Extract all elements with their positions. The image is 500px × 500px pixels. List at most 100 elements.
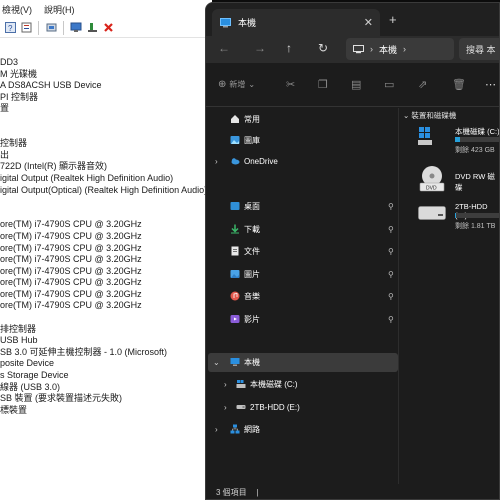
device-tree-item[interactable]: USB Hub bbox=[0, 335, 212, 347]
drive-name: 本機磁碟 (C:) bbox=[455, 127, 500, 136]
device-tree-item[interactable]: igital Output (Realtek High Definition A… bbox=[0, 173, 212, 185]
device-tree-item[interactable]: M 光碟機 bbox=[0, 69, 212, 81]
device-tree-item[interactable] bbox=[0, 312, 212, 324]
rename-icon[interactable]: ▭ bbox=[384, 78, 394, 91]
drive-c[interactable]: 本機磁碟 (C:) 剩餘 423 GB bbox=[413, 122, 500, 158]
device-tree-item[interactable]: 722D (Intel(R) 顯示器音效) bbox=[0, 161, 212, 173]
address-bar[interactable]: › 本機 › bbox=[346, 38, 454, 60]
nav-item-gallery[interactable]: 圖庫 bbox=[206, 131, 398, 149]
drive-dvd[interactable]: DVD DVD RW 磁碟 bbox=[413, 163, 499, 193]
title-bar: 本機 ✕ + bbox=[206, 3, 499, 36]
pin-icon[interactable]: ⚲ bbox=[388, 247, 394, 256]
nav-label: 下載 bbox=[244, 224, 260, 234]
more-icon[interactable]: ⋯ bbox=[485, 78, 496, 91]
enable-device-icon[interactable] bbox=[86, 22, 98, 34]
nav-item-downloads[interactable]: 下載 ⚲ bbox=[206, 220, 398, 238]
device-tree-item[interactable]: 控制器 bbox=[0, 138, 212, 150]
device-tree-item[interactable]: ore(TM) i7-4790S CPU @ 3.20GHz bbox=[0, 254, 212, 266]
nav-item-network[interactable]: › 網路 bbox=[206, 420, 398, 438]
nav-item-videos[interactable]: 影片 ⚲ bbox=[206, 310, 398, 328]
drive-e[interactable]: 2TB-HDD (E:) 剩餘 1.81 TB bbox=[413, 200, 499, 236]
menu-view[interactable]: 檢視(V) bbox=[2, 3, 32, 16]
address-chevron-icon: › bbox=[370, 44, 373, 54]
nav-item-home[interactable]: 常用 bbox=[206, 110, 398, 128]
section-title: 裝置和磁碟機 bbox=[411, 111, 457, 120]
device-tree-item[interactable]: 排控制器 bbox=[0, 324, 212, 336]
pin-icon[interactable]: ⚲ bbox=[388, 292, 394, 301]
device-tree-item[interactable]: 置 bbox=[0, 103, 212, 115]
device-tree: DD3 M 光碟機 A DS8ACSH USB Device PI 控制器置控制器出 7… bbox=[0, 57, 212, 416]
drive-usage-bar bbox=[455, 213, 499, 218]
device-tree-item[interactable]: ore(TM) i7-4790S CPU @ 3.20GHz bbox=[0, 289, 212, 301]
nav-item-this-pc[interactable]: ⌄ 本機 bbox=[206, 353, 398, 371]
device-tree-item[interactable]: 線器 (USB 3.0) bbox=[0, 382, 212, 394]
device-tree-item[interactable]: 出 bbox=[0, 150, 212, 162]
device-tree-item[interactable]: ore(TM) i7-4790S CPU @ 3.20GHz bbox=[0, 231, 212, 243]
device-tree-item[interactable]: 標裝置 bbox=[0, 405, 212, 417]
new-button[interactable]: ⊕ 新增 ⌄ bbox=[218, 79, 255, 90]
device-tree-item[interactable]: SB 3.0 可延伸主機控制器 - 1.0 (Microsoft) bbox=[0, 347, 212, 359]
pin-icon[interactable]: ⚲ bbox=[388, 202, 394, 211]
search-input[interactable]: 搜尋 本 bbox=[459, 38, 499, 60]
chevron-down-icon: ⌄ bbox=[248, 80, 256, 89]
device-tree-item[interactable] bbox=[0, 127, 212, 139]
pin-icon[interactable]: ⚲ bbox=[388, 270, 394, 279]
dvd-drive-icon: DVD bbox=[419, 166, 445, 192]
device-tree-item[interactable]: A DS8ACSH USB Device bbox=[0, 80, 212, 92]
device-tree-item[interactable]: ore(TM) i7-4790S CPU @ 3.20GHz bbox=[0, 266, 212, 278]
chevron-right-icon: › bbox=[215, 156, 218, 166]
device-tree-item[interactable]: ore(TM) i7-4790S CPU @ 3.20GHz bbox=[0, 277, 212, 289]
device-manager-window: 檢視(V) 說明(H) ? DD3 M 光碟機 A DS8ACSH USB Devi… bbox=[0, 0, 212, 500]
properties-icon[interactable] bbox=[20, 22, 32, 34]
driver-icon[interactable] bbox=[45, 22, 57, 34]
nav-item-documents[interactable]: 文件 ⚲ bbox=[206, 242, 398, 260]
device-tree-item[interactable]: posite Device bbox=[0, 358, 212, 370]
tab-this-pc[interactable]: 本機 ✕ bbox=[212, 9, 380, 36]
device-tree-item[interactable]: s Storage Device bbox=[0, 370, 212, 382]
device-tree-item[interactable]: ore(TM) i7-4790S CPU @ 3.20GHz bbox=[0, 300, 212, 312]
device-tree-item[interactable] bbox=[0, 115, 212, 127]
device-tree-item[interactable]: igital Output(Optical) (Realtek High Def… bbox=[0, 185, 212, 197]
device-tree-item[interactable] bbox=[0, 196, 212, 208]
device-tree-item[interactable]: DD3 bbox=[0, 57, 212, 69]
section-header[interactable]: ⌄ 裝置和磁碟機 bbox=[403, 110, 456, 121]
document-icon bbox=[231, 246, 239, 256]
close-tab-icon[interactable]: ✕ bbox=[364, 16, 373, 29]
uninstall-device-icon[interactable] bbox=[102, 22, 114, 34]
item-count: 3 個項目 bbox=[216, 488, 247, 497]
pin-icon[interactable]: ⚲ bbox=[388, 315, 394, 324]
device-tree-item[interactable]: SB 裝置 (要求裝置描述元失敗) bbox=[0, 393, 212, 405]
new-tab-icon[interactable]: + bbox=[389, 12, 397, 27]
scan-hardware-icon[interactable] bbox=[70, 22, 82, 34]
forward-icon[interactable]: → bbox=[254, 41, 266, 55]
cut-icon[interactable]: ✂ bbox=[286, 78, 295, 91]
download-icon bbox=[231, 224, 239, 234]
nav-item-local-disk[interactable]: › 本機磁碟 (C:) bbox=[206, 375, 398, 393]
chevron-right-icon: › bbox=[224, 402, 227, 412]
delete-icon[interactable]: 🗑 bbox=[452, 78, 466, 91]
share-icon[interactable]: ⇗ bbox=[418, 78, 427, 91]
drive-usage-fill bbox=[455, 213, 457, 218]
tab-title: 本機 bbox=[238, 18, 257, 28]
help-icon[interactable]: ? bbox=[4, 22, 16, 34]
device-tree-item[interactable]: ore(TM) i7-4790S CPU @ 3.20GHz bbox=[0, 243, 212, 255]
device-tree-item[interactable] bbox=[0, 208, 212, 220]
pin-icon[interactable]: ⚲ bbox=[388, 225, 394, 234]
nav-item-pictures[interactable]: 圖片 ⚲ bbox=[206, 265, 398, 283]
nav-item-onedrive[interactable]: › OneDrive bbox=[206, 152, 398, 170]
paste-icon[interactable]: ▤ bbox=[351, 78, 361, 91]
toolbar-separator bbox=[63, 20, 64, 35]
device-tree-item[interactable]: ore(TM) i7-4790S CPU @ 3.20GHz bbox=[0, 219, 212, 231]
nav-item-desktop[interactable]: 桌面 ⚲ bbox=[206, 197, 398, 215]
nav-item-music[interactable]: 音樂 ⚲ bbox=[206, 287, 398, 305]
device-tree-item[interactable]: PI 控制器 bbox=[0, 92, 212, 104]
nav-label: 本機磁碟 (C:) bbox=[250, 379, 298, 389]
back-icon[interactable]: ← bbox=[218, 41, 230, 55]
nav-item-hdd[interactable]: › 2TB-HDD (E:) bbox=[206, 398, 398, 416]
up-icon[interactable]: ↑ bbox=[286, 41, 292, 55]
copy-icon[interactable]: ❐ bbox=[318, 78, 328, 91]
nav-label: OneDrive bbox=[244, 156, 278, 166]
menu-help[interactable]: 說明(H) bbox=[44, 3, 75, 16]
address-row: ← → ↑ ↻ › 本機 › 搜尋 本 bbox=[206, 36, 499, 63]
refresh-icon[interactable]: ↻ bbox=[318, 41, 328, 55]
